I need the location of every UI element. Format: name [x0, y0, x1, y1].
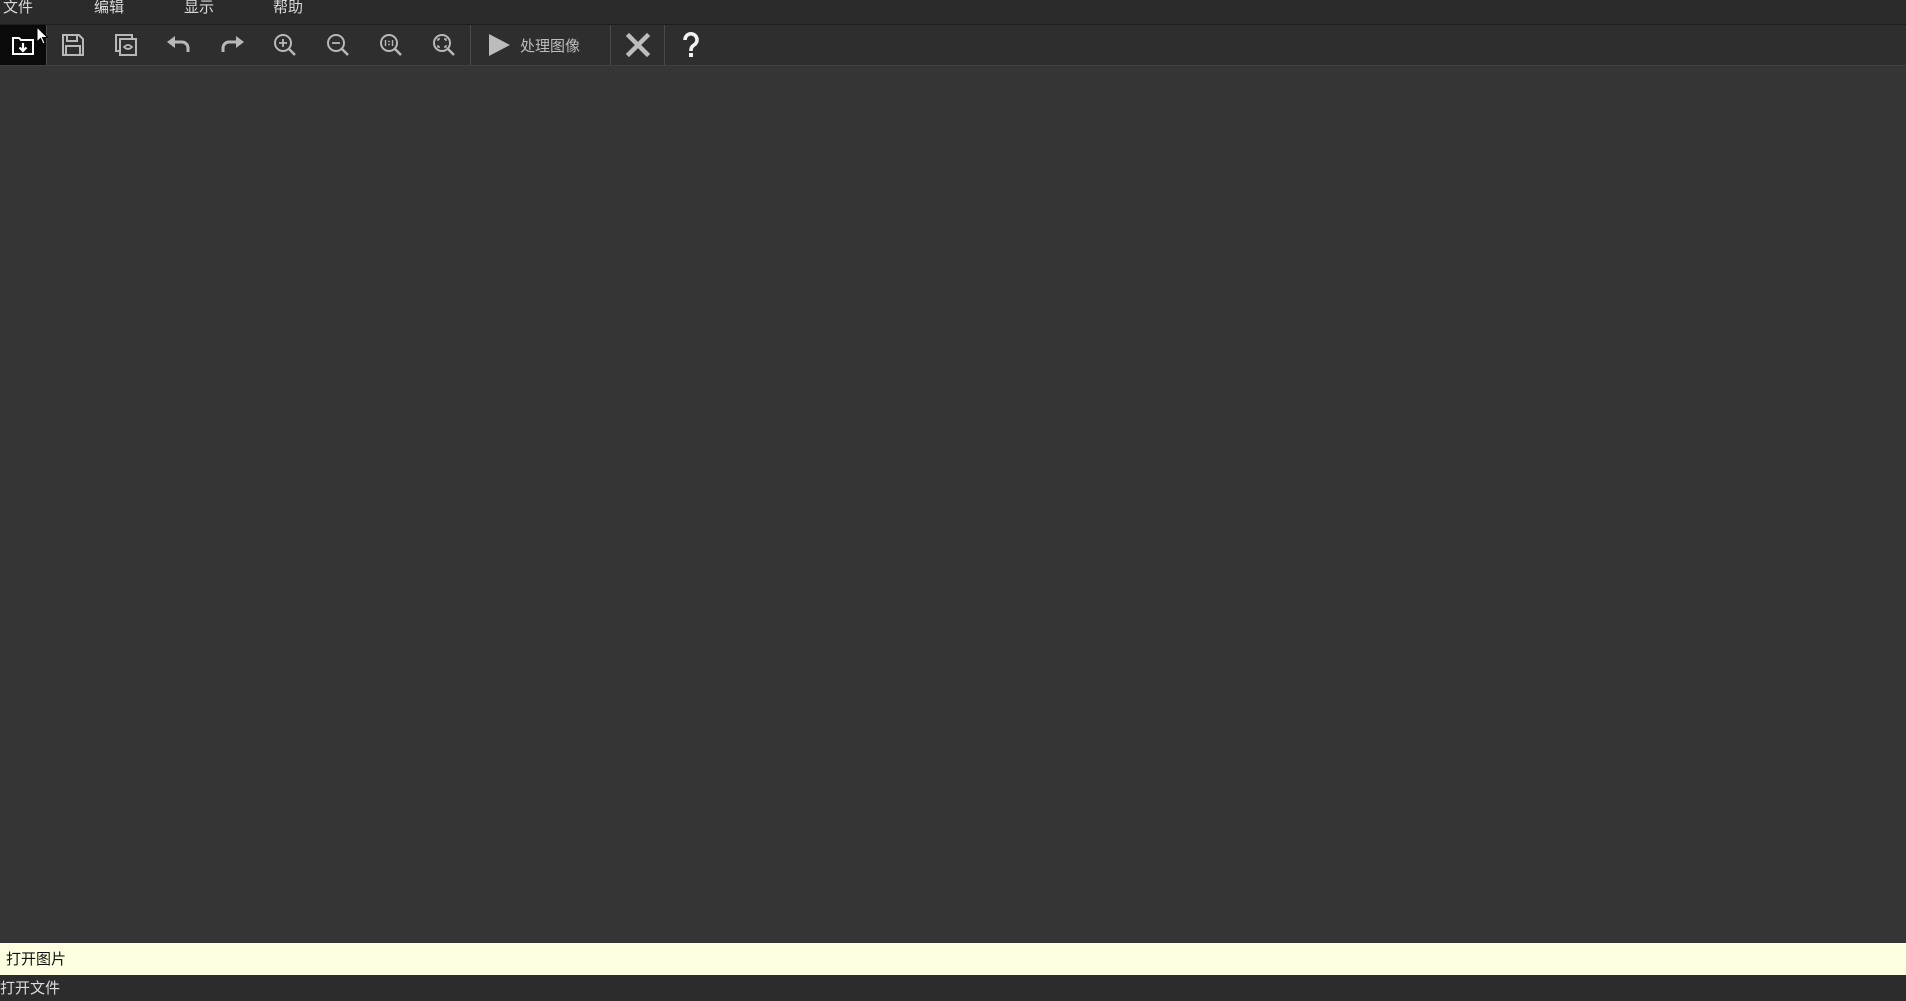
- play-icon: [489, 34, 510, 56]
- process-image-button[interactable]: 处理图像: [480, 27, 608, 63]
- zoom-out-button[interactable]: [318, 27, 358, 63]
- close-icon: [625, 32, 651, 58]
- mouse-cursor-icon: [36, 26, 49, 45]
- save-button[interactable]: [53, 27, 93, 63]
- close-image-button[interactable]: [618, 27, 658, 63]
- process-image-label: 处理图像: [520, 36, 581, 55]
- undo-button[interactable]: [159, 27, 199, 63]
- menu-help[interactable]: 帮助: [273, 0, 303, 16]
- toolbar: 处理图像: [0, 25, 1906, 66]
- toolbar-separator: [470, 25, 471, 65]
- zoom-in-icon: [274, 34, 296, 56]
- menu-bar: 文件 编辑 显示 帮助: [0, 0, 1906, 25]
- app-window: 文件 编辑 显示 帮助 处理图像 打开图片 打开文件: [0, 0, 1906, 1001]
- save-as-icon: [115, 34, 137, 56]
- menu-edit[interactable]: 编辑: [94, 0, 124, 16]
- floppy-disk-icon: [62, 34, 84, 56]
- save-as-button[interactable]: [106, 27, 146, 63]
- menu-file[interactable]: 文件: [3, 0, 33, 16]
- undo-icon: [167, 36, 190, 52]
- redo-button[interactable]: [212, 27, 252, 63]
- image-canvas[interactable]: [0, 66, 1906, 943]
- zoom-1-1-icon: [380, 34, 402, 56]
- zoom-out-icon: [327, 34, 349, 56]
- zoom-fit-button[interactable]: [424, 27, 464, 63]
- zoom-in-button[interactable]: [265, 27, 305, 63]
- toolbar-separator: [664, 25, 665, 65]
- toolbar-separator: [610, 25, 611, 65]
- menu-view[interactable]: 显示: [184, 0, 214, 16]
- folder-download-icon: [12, 37, 34, 55]
- zoom-fit-icon: [433, 34, 455, 56]
- tooltip: 打开图片: [0, 943, 1906, 975]
- zoom-actual-size-button[interactable]: [371, 27, 411, 63]
- help-icon: [683, 32, 699, 57]
- help-button[interactable]: [671, 27, 711, 63]
- status-bar: 打开文件: [0, 975, 1906, 1001]
- redo-icon: [221, 36, 244, 52]
